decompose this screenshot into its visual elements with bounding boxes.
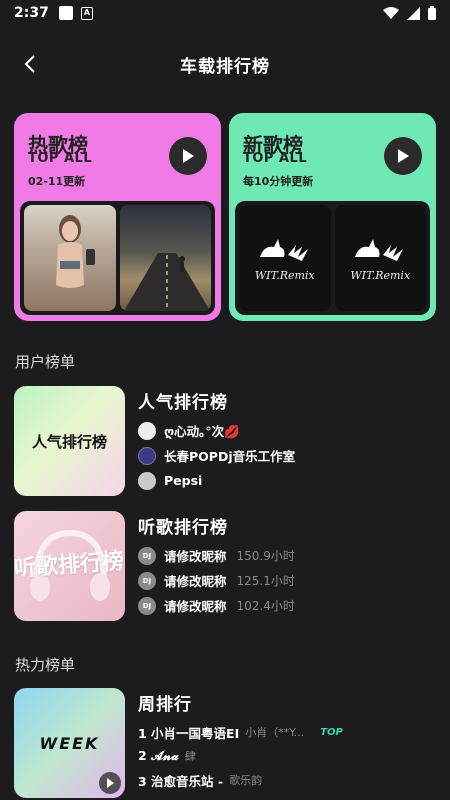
rabbit-logo-icon [355, 238, 404, 261]
play-icon [398, 149, 409, 163]
avatar [138, 446, 156, 465]
popular-rank-list: ღ心动｡°次💋 长春POPDj音乐工作室 Pepsi [138, 418, 295, 493]
listen-hours: 150.9小时 [236, 549, 295, 563]
song-title: 1 小肖一国粤语EI [138, 725, 240, 741]
new-card-covers: WIT.Remix WIT.Remix [235, 201, 430, 315]
hot-songs-card[interactable]: 热歌榜 TOP ALL 02-11更新 [14, 113, 221, 321]
avatar: DJ [138, 571, 156, 590]
battery-icon [428, 6, 436, 20]
list-item[interactable]: Pepsi [138, 468, 295, 493]
avatar: DJ [138, 546, 156, 565]
user-name: 请修改昵称 [164, 574, 227, 589]
week-play-button[interactable] [99, 772, 121, 794]
week-song-list: 1 小肖一国粤语EI 小肖（**Y... TOP 2 𝓐𝓷𝓪 肆 3 治愈音乐站… [138, 720, 343, 792]
avatar [138, 421, 156, 440]
song-artist: 肆 [184, 750, 196, 763]
chevron-left-icon [24, 55, 35, 73]
hot-card-play-button[interactable] [169, 137, 207, 175]
cover-image-girl [24, 205, 116, 311]
listen-rank-title: 听歌排行榜 [138, 518, 228, 538]
user-name: ღ心动｡°次💋 [164, 424, 240, 439]
user-name: 请修改昵称 [164, 549, 227, 564]
popular-rank-cover[interactable]: 人气排行榜 [14, 386, 125, 496]
top-badge: TOP [320, 726, 343, 738]
section-title-hot: 热力榜单 [15, 656, 76, 674]
week-cover-text: WEEK [39, 733, 100, 753]
cover-image-wit: WIT.Remix [239, 205, 331, 311]
play-icon [183, 149, 194, 163]
wifi-icon [383, 6, 399, 19]
listen-rank-cover[interactable]: 听歌排行榜 [14, 511, 125, 621]
new-card-subtitle: TOP ALL [243, 151, 308, 166]
list-item[interactable]: 3 治愈音乐站 - 歌乐韵 [138, 768, 343, 792]
rabbit-logo-icon [259, 238, 308, 261]
new-card-update: 每10分钟更新 [243, 175, 314, 188]
listen-hours: 125.1小时 [236, 574, 295, 588]
new-card-play-button[interactable] [384, 137, 422, 175]
popular-cover-text: 人气排行榜 [31, 432, 107, 451]
list-item[interactable]: 2 𝓐𝓷𝓪 肆 [138, 744, 343, 768]
cover-image-wit: WIT.Remix [334, 205, 426, 311]
rank-row-popular[interactable]: 人气排行榜 人气排行榜 ღ心动｡°次💋 长春POPDj音乐工作室 Pepsi [14, 386, 434, 498]
status-bar: 2:37 A [0, 0, 450, 26]
section-title-user: 用户榜单 [15, 353, 76, 371]
listen-rank-list: DJ 请修改昵称 150.9小时 DJ 请修改昵称 125.1小时 DJ 请修改… [138, 543, 295, 618]
avatar: DJ [138, 596, 156, 615]
list-item[interactable]: DJ 请修改昵称 125.1小时 [138, 568, 295, 593]
play-icon [107, 778, 114, 788]
song-title: 3 治愈音乐站 - [138, 773, 224, 789]
user-name: 请修改昵称 [164, 599, 227, 614]
user-name: 长春POPDj音乐工作室 [164, 449, 296, 464]
notification-a-icon: A [80, 6, 93, 20]
hot-card-subtitle: TOP ALL [28, 151, 93, 166]
cover-image-road [119, 205, 211, 311]
rank-row-week[interactable]: WEEK 周排行 1 小肖一国粤语EI 小肖（**Y... TOP 2 𝓐𝓷𝓪 … [14, 688, 434, 800]
listen-hours: 102.4小时 [236, 599, 295, 613]
signal-icon [407, 6, 420, 20]
hot-card-covers [20, 201, 215, 315]
new-songs-card[interactable]: 新歌榜 TOP ALL 每10分钟更新 WIT.Remix WIT.Remix [229, 113, 436, 321]
list-item[interactable]: DJ 请修改昵称 150.9小时 [138, 543, 295, 568]
list-item[interactable]: ღ心动｡°次💋 [138, 418, 295, 443]
app-header: 车载排行榜 [0, 44, 450, 84]
notification-square-icon [58, 6, 73, 20]
week-rank-cover[interactable]: WEEK [14, 688, 125, 798]
wit-cover-text: WIT.Remix [254, 268, 315, 282]
avatar [138, 471, 156, 490]
list-item[interactable]: 长春POPDj音乐工作室 [138, 443, 295, 468]
hot-card-update: 02-11更新 [28, 175, 86, 188]
status-time: 2:37 [14, 5, 49, 21]
rank-row-listen[interactable]: 听歌排行榜 听歌排行榜 DJ 请修改昵称 150.9小时 DJ 请修改昵称 12… [14, 511, 434, 623]
page-title: 车载排行榜 [180, 56, 270, 77]
song-title: 2 𝓐𝓷𝓪 [138, 748, 179, 763]
popular-rank-title: 人气排行榜 [138, 393, 228, 413]
song-artist: 歌乐韵 [229, 774, 263, 787]
user-name: Pepsi [164, 473, 203, 488]
back-button[interactable] [16, 50, 44, 78]
wit-cover-text: WIT.Remix [350, 268, 411, 282]
list-item[interactable]: 1 小肖一国粤语EI 小肖（**Y... TOP [138, 720, 343, 744]
week-rank-title: 周排行 [138, 695, 192, 715]
song-artist: 小肖（**Y... [245, 726, 305, 739]
list-item[interactable]: DJ 请修改昵称 102.4小时 [138, 593, 295, 618]
